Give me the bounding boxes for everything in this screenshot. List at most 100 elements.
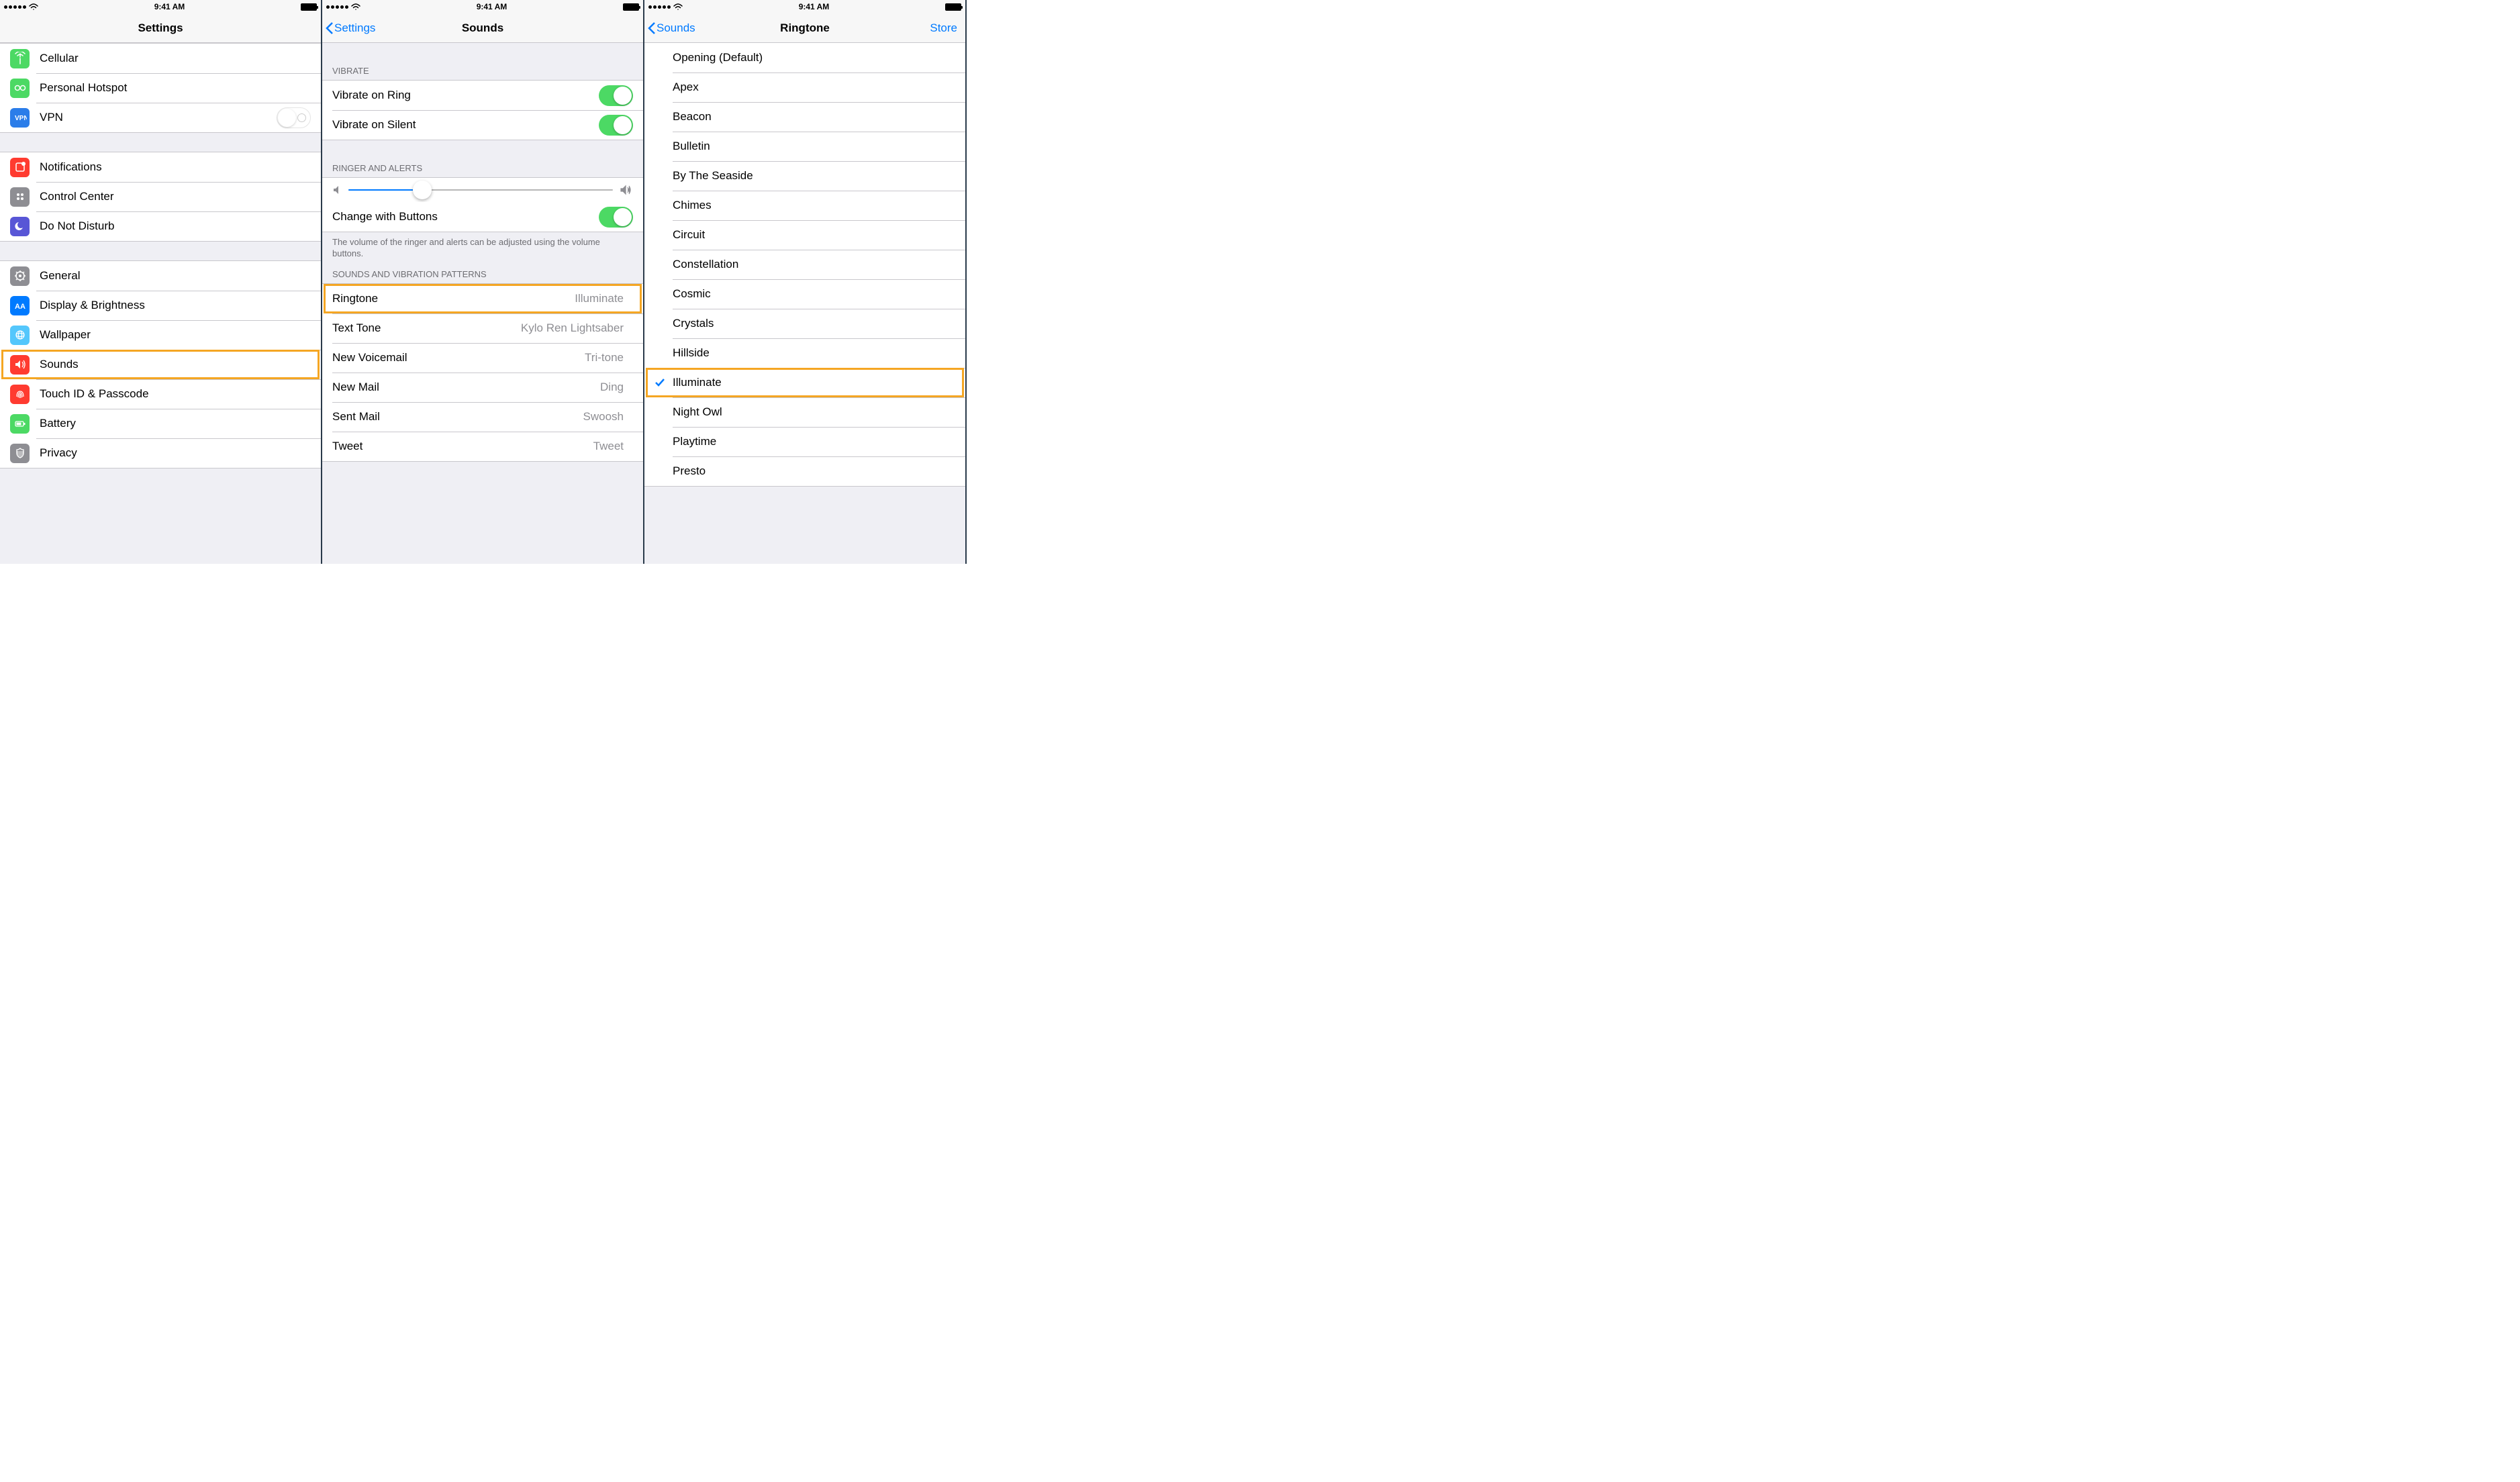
touchid-icon bbox=[10, 385, 30, 404]
vibrate-on-ring-toggle[interactable] bbox=[599, 85, 633, 106]
wifi-icon bbox=[351, 3, 360, 10]
ringtone-row[interactable]: Illuminate bbox=[644, 368, 965, 397]
ringtone-row[interactable]: Apex bbox=[644, 72, 965, 102]
sound-row[interactable]: TweetTweet bbox=[322, 432, 643, 461]
chevron-right-icon bbox=[305, 331, 311, 340]
cell-label: Ringtone bbox=[332, 292, 575, 305]
cell-label: Wallpaper bbox=[40, 328, 305, 342]
vibrate-on-ring-row[interactable]: Vibrate on Ring bbox=[322, 81, 643, 110]
ringtone-row[interactable]: Chimes bbox=[644, 191, 965, 220]
status-time: 9:41 AM bbox=[799, 2, 830, 11]
status-bar: 9:41 AM bbox=[322, 0, 643, 13]
settings-row-cellular[interactable]: Cellular bbox=[0, 44, 321, 73]
privacy-icon bbox=[10, 444, 30, 463]
cell-label: Tweet bbox=[332, 440, 593, 453]
sound-row[interactable]: New MailDing bbox=[322, 373, 643, 402]
store-button[interactable]: Store bbox=[930, 21, 965, 35]
chevron-left-icon bbox=[647, 21, 655, 35]
chevron-right-icon bbox=[305, 390, 311, 399]
back-button[interactable]: Settings bbox=[322, 21, 375, 35]
cell-label: Opening (Default) bbox=[673, 51, 955, 64]
cell-label: Hillside bbox=[673, 346, 955, 360]
vibrate-on-silent-toggle[interactable] bbox=[599, 115, 633, 136]
settings-list[interactable]: CellularPersonal HotspotVPNVPN Notificati… bbox=[0, 43, 321, 564]
chevron-right-icon bbox=[305, 193, 311, 201]
cell-label: By The Seaside bbox=[673, 169, 955, 183]
ringtone-row[interactable]: Bulletin bbox=[644, 132, 965, 161]
cell-label: Notifications bbox=[40, 160, 305, 174]
vibrate-on-silent-row[interactable]: Vibrate on Silent bbox=[322, 110, 643, 140]
back-button[interactable]: Sounds bbox=[644, 21, 695, 35]
ringtone-row[interactable]: Playtime bbox=[644, 427, 965, 456]
ringtone-row[interactable]: Opening (Default) bbox=[644, 43, 965, 72]
settings-screen: 9:41 AM Settings CellularPersonal Hotspo… bbox=[0, 0, 322, 564]
settings-row-control-center[interactable]: Control Center bbox=[0, 182, 321, 211]
ringtone-row[interactable]: Circuit bbox=[644, 220, 965, 250]
sounds-content[interactable]: VIBRATE Vibrate on Ring Vibrate on Silen… bbox=[322, 43, 643, 564]
sounds-screen: 9:41 AM Settings Sounds VIBRATE Vibrate … bbox=[322, 0, 644, 564]
settings-row-hotspot[interactable]: Personal Hotspot bbox=[0, 73, 321, 103]
ringtone-screen: 9:41 AM Sounds Ringtone Store Opening (D… bbox=[644, 0, 967, 564]
ringtone-list[interactable]: Opening (Default) Apex Beacon Bulletin By Th… bbox=[644, 43, 965, 564]
settings-row-privacy[interactable]: Privacy bbox=[0, 438, 321, 468]
settings-row-wallpaper[interactable]: Wallpaper bbox=[0, 320, 321, 350]
ringtone-row[interactable]: Presto bbox=[644, 456, 965, 486]
ringtone-row[interactable]: By The Seaside bbox=[644, 161, 965, 191]
cell-label: Cosmic bbox=[673, 287, 955, 301]
cell-label: Sent Mail bbox=[332, 410, 583, 424]
cell-label: Do Not Disturb bbox=[40, 219, 305, 233]
cell-label: Vibrate on Silent bbox=[332, 118, 599, 132]
cell-label: Presto bbox=[673, 464, 955, 478]
settings-row-sounds[interactable]: Sounds bbox=[0, 350, 321, 379]
settings-row-general[interactable]: General bbox=[0, 261, 321, 291]
chevron-right-icon bbox=[628, 353, 633, 362]
ringtone-row[interactable]: Beacon bbox=[644, 102, 965, 132]
cell-label: Sounds bbox=[40, 358, 305, 371]
display-icon: AA bbox=[10, 296, 30, 315]
chevron-right-icon bbox=[305, 272, 311, 281]
chevron-right-icon bbox=[305, 54, 311, 63]
cell-label: Night Owl bbox=[673, 405, 955, 419]
cell-label: Control Center bbox=[40, 190, 305, 203]
cell-label: New Voicemail bbox=[332, 351, 585, 364]
sound-row[interactable]: Sent MailSwoosh bbox=[322, 402, 643, 432]
volume-slider[interactable] bbox=[348, 189, 613, 191]
settings-row-battery[interactable]: Battery bbox=[0, 409, 321, 438]
change-with-buttons-toggle[interactable] bbox=[599, 207, 633, 228]
dnd-icon bbox=[10, 217, 30, 236]
chevron-right-icon bbox=[628, 442, 633, 450]
settings-row-touchid[interactable]: Touch ID & Passcode bbox=[0, 379, 321, 409]
ringtone-row[interactable]: Constellation bbox=[644, 250, 965, 279]
ringtone-row[interactable]: Hillside bbox=[644, 338, 965, 368]
ringer-volume-row bbox=[322, 178, 643, 202]
cellular-icon bbox=[10, 49, 30, 68]
nav-bar: Settings bbox=[0, 13, 321, 43]
chevron-left-icon bbox=[325, 21, 333, 35]
status-bar: 9:41 AM bbox=[644, 0, 965, 13]
sound-row[interactable]: RingtoneIlluminate bbox=[322, 284, 643, 313]
ringtone-row[interactable]: Night Owl bbox=[644, 397, 965, 427]
cell-label: Constellation bbox=[673, 258, 955, 271]
settings-row-notifications[interactable]: Notifications bbox=[0, 152, 321, 182]
nav-bar: Sounds Ringtone Store bbox=[644, 13, 965, 43]
change-with-buttons-row[interactable]: Change with Buttons bbox=[322, 202, 643, 232]
cell-label: Illuminate bbox=[673, 376, 955, 389]
wifi-icon bbox=[29, 3, 38, 10]
ringtone-row[interactable]: Crystals bbox=[644, 309, 965, 338]
sound-row[interactable]: Text ToneKylo Ren Lightsaber bbox=[322, 313, 643, 343]
vpn-toggle[interactable] bbox=[277, 107, 311, 128]
sound-row[interactable]: New VoicemailTri-tone bbox=[322, 343, 643, 373]
chevron-right-icon bbox=[305, 222, 311, 231]
section-header-ringer: RINGER AND ALERTS bbox=[322, 159, 643, 177]
check-slot bbox=[655, 377, 673, 388]
chevron-right-icon bbox=[628, 294, 633, 303]
settings-row-vpn[interactable]: VPNVPN bbox=[0, 103, 321, 132]
nav-bar: Settings Sounds bbox=[322, 13, 643, 43]
settings-row-display[interactable]: AADisplay & Brightness bbox=[0, 291, 321, 320]
cell-label: Vibrate on Ring bbox=[332, 89, 599, 102]
ringtone-row[interactable]: Cosmic bbox=[644, 279, 965, 309]
section-header-sounds: SOUNDS AND VIBRATION PATTERNS bbox=[322, 265, 643, 283]
cell-label: Beacon bbox=[673, 110, 955, 124]
settings-row-dnd[interactable]: Do Not Disturb bbox=[0, 211, 321, 241]
cell-label: Text Tone bbox=[332, 322, 521, 335]
